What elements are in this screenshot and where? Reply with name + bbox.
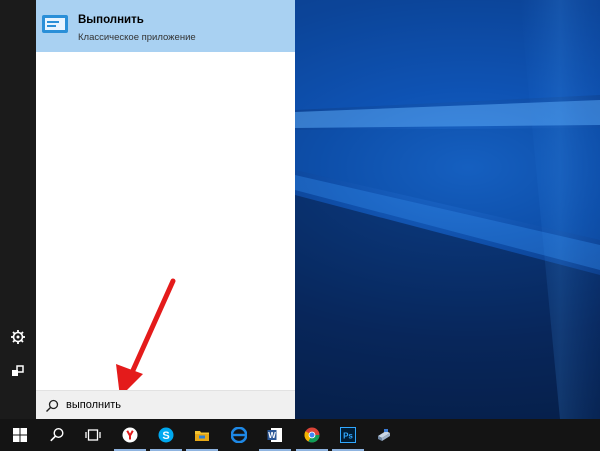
svg-text:S: S (162, 430, 169, 442)
settings-icon[interactable] (9, 329, 27, 347)
folder-icon (195, 431, 209, 441)
search-results-panel: Выполнить Классическое приложение (36, 0, 295, 390)
start-menu-rail (0, 0, 36, 419)
search-icon (50, 427, 64, 442)
run-app-icon (42, 15, 68, 33)
skype-icon: S (158, 427, 174, 443)
search-button[interactable] (37, 419, 77, 451)
svg-text:Ps: Ps (343, 432, 353, 441)
taskbar: S W Ps (0, 419, 600, 451)
search-result-subtitle: Классическое приложение (78, 32, 196, 43)
all-apps-icon[interactable] (9, 0, 27, 12)
yandex-browser-icon (122, 427, 138, 443)
search-result-run[interactable]: Выполнить Классическое приложение (36, 0, 295, 52)
taskbar-word[interactable]: W (255, 419, 295, 451)
svg-text:W: W (268, 431, 276, 440)
task-view-icon (85, 429, 101, 441)
task-view-button[interactable] (73, 419, 113, 451)
search-input[interactable]: выполнить (66, 399, 121, 411)
taskbar-app-unknown[interactable] (364, 419, 404, 451)
taskbar-photoshop[interactable]: Ps (328, 419, 368, 451)
search-result-title: Выполнить (78, 14, 144, 26)
search-box[interactable]: выполнить (36, 390, 295, 419)
scanner-app-icon (378, 429, 390, 441)
search-icon (46, 399, 59, 412)
taskbar-edge[interactable] (219, 419, 259, 451)
chrome-icon (304, 427, 320, 443)
word-icon: W (267, 428, 282, 442)
taskbar-file-explorer[interactable] (182, 419, 222, 451)
windows-logo-icon (13, 428, 27, 442)
taskbar-yandex-browser[interactable] (110, 419, 150, 451)
start-button[interactable] (0, 419, 40, 451)
taskbar-chrome[interactable] (292, 419, 332, 451)
photoshop-icon: Ps (340, 427, 356, 443)
power-icon[interactable] (9, 363, 27, 381)
taskbar-skype[interactable]: S (146, 419, 186, 451)
edge-icon (231, 427, 247, 443)
